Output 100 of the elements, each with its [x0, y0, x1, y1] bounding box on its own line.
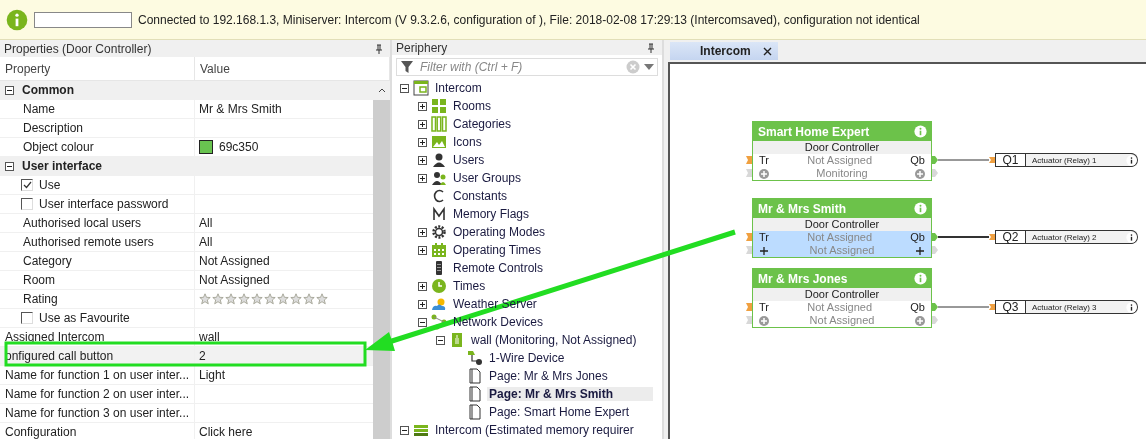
page-icon — [467, 404, 483, 420]
tree-item[interactable]: Times — [451, 279, 488, 293]
expand-icon[interactable] — [418, 299, 427, 309]
property-value[interactable]: wall — [199, 330, 220, 344]
collapse-icon[interactable] — [400, 83, 409, 93]
tree-item[interactable]: Page: Mr & Mrs Smith — [487, 387, 654, 401]
star-icon[interactable] — [277, 293, 289, 305]
property-value[interactable]: Click here — [199, 425, 253, 439]
input-label: Tr — [759, 301, 769, 314]
property-value[interactable]: All — [199, 235, 213, 249]
scroll-up-icon[interactable] — [377, 88, 386, 93]
tree-item[interactable]: Network Devices — [451, 315, 546, 329]
collapse-icon[interactable] — [436, 335, 445, 345]
output-block[interactable]: Q1 Actuator (Relay) 1 — [995, 153, 1137, 167]
tree-item[interactable]: Page: Smart Home Expert — [487, 405, 632, 419]
connection-line — [938, 304, 995, 310]
tree-item[interactable]: wall (Monitoring, Not Assigned) — [469, 333, 639, 347]
pin-icon[interactable] — [646, 42, 656, 53]
collapse-icon[interactable] — [5, 85, 14, 95]
expand-icon[interactable] — [418, 245, 427, 255]
star-icon[interactable] — [264, 293, 276, 305]
tree-item[interactable]: Remote Controls — [451, 261, 546, 275]
block-title: Mr & Mrs Jones — [758, 271, 848, 286]
tree-item[interactable]: Memory Flags — [451, 207, 531, 221]
panel-title: Periphery — [396, 40, 448, 55]
property-label: Assigned Intercom — [5, 330, 105, 344]
connection-line — [938, 157, 995, 163]
status-field[interactable] — [34, 11, 132, 28]
output-block[interactable]: Q3 Actuator (Relay) 3 — [995, 300, 1137, 314]
property-group[interactable]: User interface — [0, 157, 373, 176]
property-value[interactable]: Mr & Mrs Smith — [199, 102, 282, 116]
scrollbar[interactable] — [373, 81, 390, 439]
property-value[interactable]: Not Assigned — [199, 273, 270, 287]
expand-icon[interactable] — [418, 101, 427, 111]
diagram-canvas[interactable] — [668, 62, 1146, 439]
collapse-icon[interactable] — [418, 317, 427, 327]
document-tab[interactable]: Intercom — [670, 42, 778, 60]
tree-item[interactable]: Intercom (Estimated memory requirer — [433, 423, 636, 437]
plus-icon[interactable] — [915, 245, 925, 256]
star-icon[interactable] — [225, 293, 237, 305]
tree-item[interactable]: Intercom — [433, 81, 484, 95]
tree-item[interactable]: Categories — [451, 117, 514, 131]
tree-item[interactable]: 1-Wire Device — [487, 351, 567, 365]
expand-icon[interactable] — [418, 173, 427, 183]
property-value[interactable]: All — [199, 216, 213, 230]
expand-icon[interactable] — [418, 137, 427, 147]
expand-icon[interactable] — [418, 155, 427, 165]
column-header[interactable]: Property — [0, 57, 195, 80]
filter-field[interactable]: Filter with (Ctrl + F) — [418, 59, 622, 75]
collapse-icon[interactable] — [400, 425, 409, 435]
tree-item[interactable]: User Groups — [451, 171, 524, 185]
property-value[interactable]: Not Assigned — [199, 254, 270, 268]
expand-icon[interactable] — [418, 281, 427, 291]
property-label: Category — [23, 254, 72, 268]
checkbox[interactable] — [21, 198, 33, 210]
info-icon[interactable] — [1126, 154, 1137, 166]
star-icon[interactable] — [303, 293, 315, 305]
property-value[interactable]: 2 — [199, 349, 206, 363]
status-message: Connected to 192.168.1.3, Miniserver: Intercom (V 9.3.2.6, configuration of ), File: 2018-02-08 17:29:13 (Intercomsaved), configuration not identical — [138, 12, 920, 27]
people-icon — [431, 170, 447, 186]
tree-item[interactable]: Users — [451, 153, 487, 167]
star-rating[interactable] — [199, 293, 328, 305]
function-block[interactable]: Mr & Mrs Smith Door Controller Tr Not Assigned Qb Not Assigned — [752, 198, 932, 258]
info-icon[interactable] — [1126, 231, 1137, 243]
color-swatch[interactable] — [199, 140, 213, 154]
tree-item[interactable]: Rooms — [451, 99, 493, 113]
checkbox[interactable] — [21, 179, 33, 191]
tree-item[interactable]: Page: Mr & Mrs Jones — [487, 369, 610, 383]
collapse-icon[interactable] — [5, 161, 14, 171]
property-value[interactable]: 69c350 — [219, 140, 259, 154]
star-icon[interactable] — [238, 293, 250, 305]
filter-box[interactable]: Filter with (Ctrl + F) — [396, 58, 658, 76]
group-label: User interface — [22, 159, 103, 173]
plus-icon[interactable] — [759, 245, 769, 256]
star-icon[interactable] — [290, 293, 302, 305]
grid-icon — [431, 98, 447, 114]
property-label: Name — [23, 102, 55, 116]
expand-icon[interactable] — [418, 227, 427, 237]
dropdown-icon[interactable] — [644, 64, 654, 70]
pin-icon[interactable] — [374, 43, 384, 54]
block-status: Monitoring — [816, 167, 868, 180]
star-icon[interactable] — [316, 293, 328, 305]
close-icon[interactable] — [762, 46, 772, 56]
output-block[interactable]: Q2 Actuator (Relay) 2 — [995, 230, 1137, 244]
tree-item[interactable]: Operating Modes — [451, 225, 548, 239]
star-icon[interactable] — [251, 293, 263, 305]
star-icon[interactable] — [199, 293, 211, 305]
star-icon[interactable] — [212, 293, 224, 305]
property-value[interactable]: Light — [199, 368, 226, 382]
tree-item[interactable]: Icons — [451, 135, 484, 149]
checkbox[interactable] — [21, 312, 33, 324]
info-icon[interactable] — [1126, 301, 1137, 313]
property-label: Description — [23, 121, 84, 135]
tree-item[interactable]: Constants — [451, 189, 510, 203]
column-header[interactable]: Value — [195, 57, 390, 80]
checkbox-label: Use as Favourite — [39, 311, 130, 325]
tree-item[interactable]: Operating Times — [451, 243, 544, 257]
expand-icon[interactable] — [418, 119, 427, 129]
group-label: Common — [22, 83, 74, 97]
property-group[interactable]: Common — [0, 81, 373, 100]
